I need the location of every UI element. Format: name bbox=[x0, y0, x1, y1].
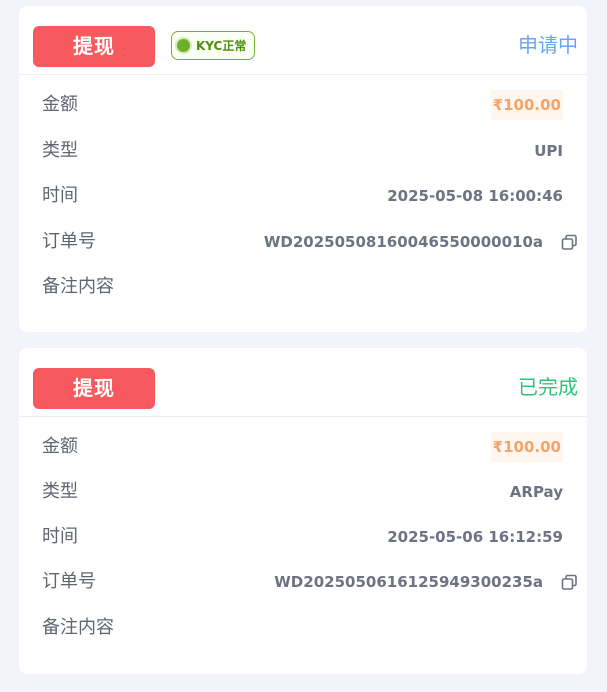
time-value: 2025-05-06 16:12:59 bbox=[387, 528, 563, 546]
type-label: 类型 bbox=[42, 140, 78, 161]
type-value: ARPay bbox=[509, 483, 563, 501]
amount-row: 金额 ₹100.00 bbox=[19, 432, 587, 462]
card-header: 提现 已完成 bbox=[19, 348, 587, 417]
amount-label: 金额 bbox=[42, 94, 78, 115]
remark-label: 备注内容 bbox=[42, 276, 114, 297]
remark-label: 备注内容 bbox=[42, 617, 114, 638]
time-row: 时间 2025-05-06 16:12:59 bbox=[19, 522, 587, 552]
type-row: 类型 ARPay bbox=[19, 477, 587, 507]
type-row: 类型 UPI bbox=[19, 136, 587, 166]
withdrawal-record-card: 提现 KYC正常 申请中 金额 ₹100.00 类型 UPI 时间 2025-0… bbox=[19, 6, 587, 332]
remark-row: 备注内容 bbox=[19, 613, 587, 643]
copy-icon[interactable] bbox=[561, 574, 578, 591]
order-label: 订单号 bbox=[42, 571, 96, 592]
kyc-status-label: KYC正常 bbox=[196, 39, 247, 53]
record-type-tag: 提现 bbox=[33, 26, 155, 67]
kyc-status-badge: KYC正常 bbox=[171, 31, 255, 60]
order-label: 订单号 bbox=[42, 231, 96, 252]
time-value: 2025-05-08 16:00:46 bbox=[387, 187, 563, 205]
order-row: 订单号 WD20250508160046550000010a bbox=[19, 227, 587, 257]
withdrawal-record-card: 提现 已完成 金额 ₹100.00 类型 ARPay 时间 2025-05-06… bbox=[19, 348, 587, 674]
amount-value: ₹100.00 bbox=[490, 432, 563, 462]
order-number: WD20250508160046550000010a bbox=[263, 233, 543, 251]
amount-value: ₹100.00 bbox=[490, 90, 563, 120]
order-row: 订单号 WD20250506161259493002​35a bbox=[19, 567, 587, 597]
amount-row: 金额 ₹100.00 bbox=[19, 90, 587, 120]
record-type-tag: 提现 bbox=[33, 368, 155, 409]
record-status: 已完成 bbox=[518, 375, 578, 399]
card-header: 提现 KYC正常 申请中 bbox=[19, 6, 587, 75]
type-value: UPI bbox=[534, 142, 563, 160]
record-status: 申请中 bbox=[518, 33, 578, 57]
type-label: 类型 bbox=[42, 481, 78, 502]
copy-icon[interactable] bbox=[561, 234, 578, 251]
order-number: WD20250506161259493002​35a bbox=[274, 573, 543, 591]
time-label: 时间 bbox=[42, 526, 78, 547]
amount-label: 金额 bbox=[42, 436, 78, 457]
time-label: 时间 bbox=[42, 185, 78, 206]
time-row: 时间 2025-05-08 16:00:46 bbox=[19, 181, 587, 211]
status-dot-icon bbox=[177, 39, 190, 52]
remark-row: 备注内容 bbox=[19, 272, 587, 302]
